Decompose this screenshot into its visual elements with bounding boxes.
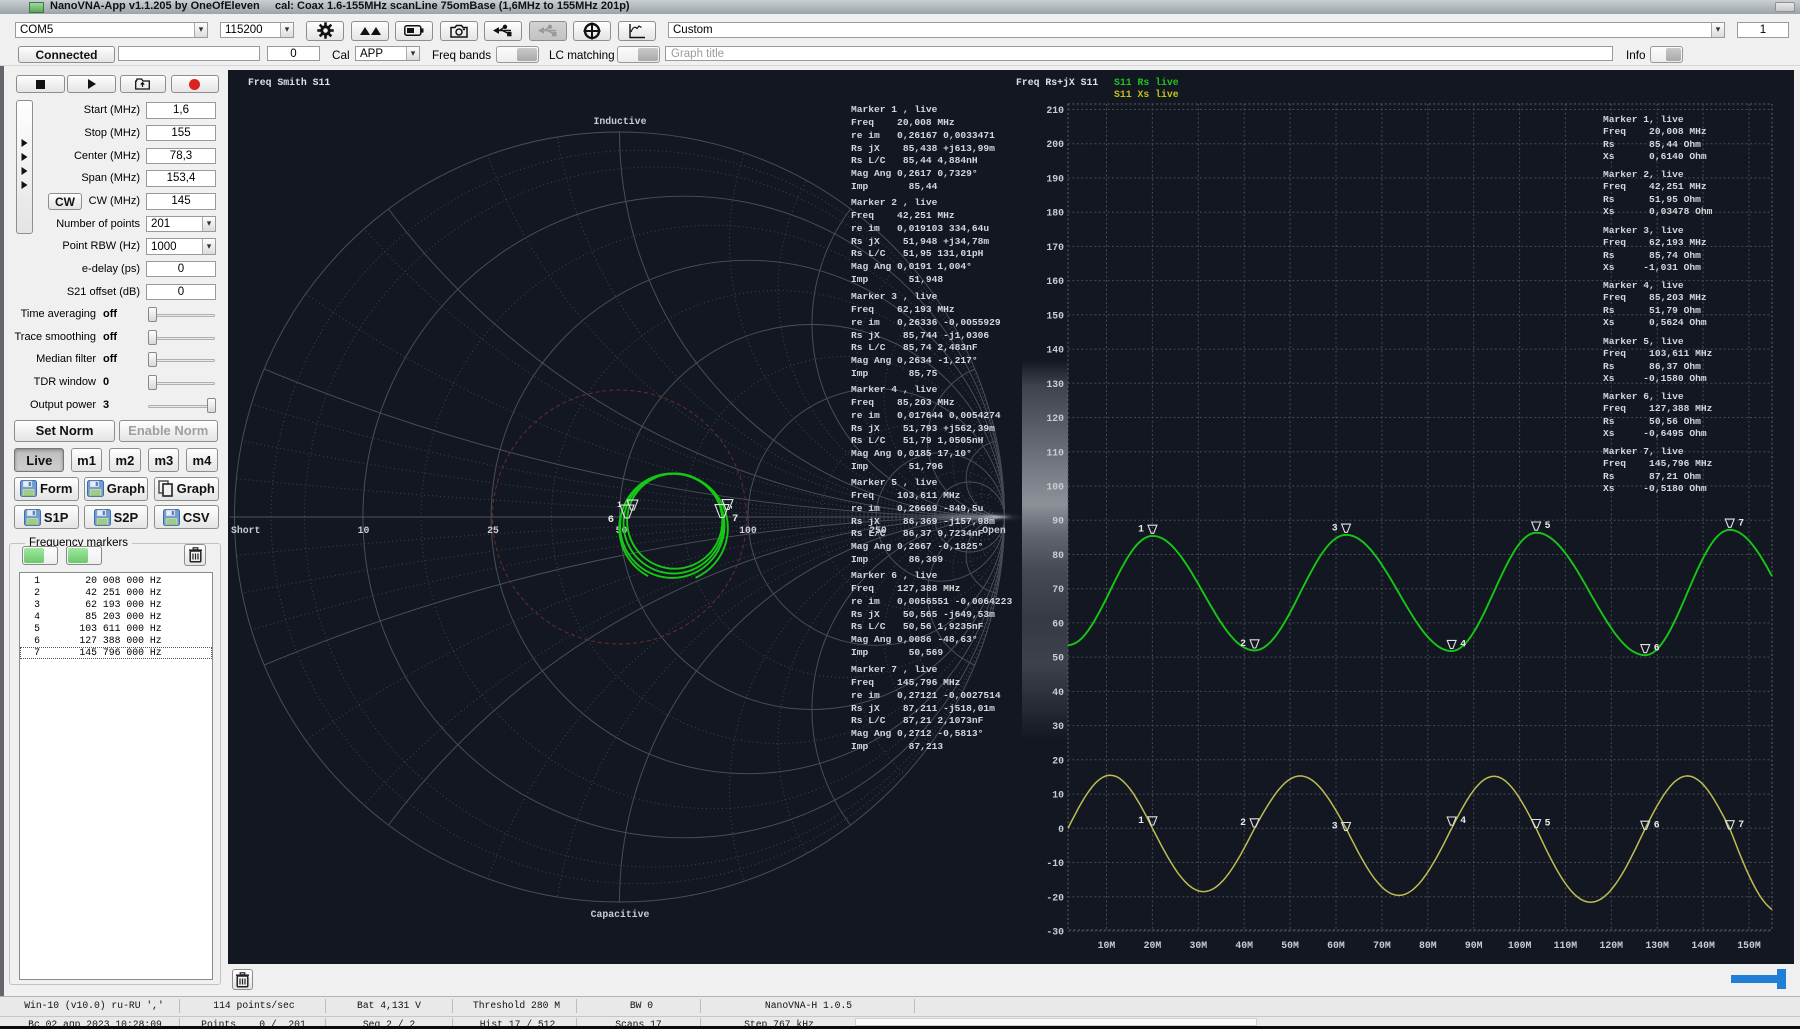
svg-text:130M: 130M bbox=[1645, 940, 1669, 951]
svg-text:110: 110 bbox=[1046, 447, 1064, 458]
svg-text:30M: 30M bbox=[1189, 940, 1207, 951]
svg-text:0: 0 bbox=[1058, 824, 1064, 835]
svg-text:-30: -30 bbox=[1046, 927, 1064, 938]
svg-text:': ' bbox=[729, 506, 734, 515]
svg-text:110M: 110M bbox=[1554, 940, 1578, 951]
svg-text:Inductive: Inductive bbox=[594, 116, 647, 127]
svg-text:Freq Smith S11: Freq Smith S11 bbox=[248, 77, 330, 88]
svg-text:90M: 90M bbox=[1465, 940, 1483, 951]
svg-text:40: 40 bbox=[1052, 687, 1064, 698]
svg-text:7: 7 bbox=[1738, 819, 1744, 830]
svg-text:4: 4 bbox=[1460, 639, 1466, 650]
svg-text:90: 90 bbox=[1052, 516, 1064, 527]
svg-text:10: 10 bbox=[358, 525, 370, 536]
svg-text:160: 160 bbox=[1046, 276, 1064, 287]
svg-text:6: 6 bbox=[608, 514, 614, 526]
svg-text:70: 70 bbox=[1052, 584, 1064, 595]
svg-text:5: 5 bbox=[1545, 520, 1551, 531]
svg-text:1: 1 bbox=[1138, 815, 1144, 826]
svg-text:60: 60 bbox=[1052, 618, 1064, 629]
svg-text:20: 20 bbox=[1052, 755, 1064, 766]
svg-text:40M: 40M bbox=[1235, 940, 1253, 951]
svg-text:50M: 50M bbox=[1281, 940, 1299, 951]
svg-text:80: 80 bbox=[1052, 550, 1064, 561]
svg-text:1: 1 bbox=[1138, 523, 1144, 534]
svg-text:Short: Short bbox=[231, 525, 260, 536]
svg-text:180: 180 bbox=[1046, 208, 1064, 219]
svg-text:6: 6 bbox=[1654, 643, 1660, 654]
svg-text:7: 7 bbox=[1738, 517, 1744, 528]
svg-text:20M: 20M bbox=[1144, 940, 1162, 951]
svg-text:150: 150 bbox=[1046, 310, 1064, 321]
svg-text:120: 120 bbox=[1046, 413, 1064, 424]
svg-text:170: 170 bbox=[1046, 242, 1064, 253]
svg-text:50: 50 bbox=[1052, 653, 1064, 664]
svg-text:4: 4 bbox=[1460, 815, 1466, 826]
svg-text:-10: -10 bbox=[1046, 858, 1064, 869]
svg-text:6: 6 bbox=[1654, 819, 1660, 830]
svg-text:25: 25 bbox=[487, 525, 499, 536]
svg-text:60M: 60M bbox=[1327, 940, 1345, 951]
svg-text:2: 2 bbox=[1240, 817, 1246, 828]
svg-text:200: 200 bbox=[1046, 139, 1064, 150]
svg-text:100M: 100M bbox=[1508, 940, 1532, 951]
svg-text:80M: 80M bbox=[1419, 940, 1437, 951]
svg-text:Capacitive: Capacitive bbox=[591, 909, 650, 920]
svg-text:140M: 140M bbox=[1691, 940, 1715, 951]
svg-text:3: 3 bbox=[1332, 821, 1338, 832]
svg-text:210: 210 bbox=[1046, 105, 1064, 116]
svg-text:1: 1 bbox=[617, 501, 622, 510]
svg-text:120M: 120M bbox=[1600, 940, 1624, 951]
svg-text:2: 2 bbox=[1240, 638, 1246, 649]
svg-text:150M: 150M bbox=[1737, 940, 1761, 951]
svg-text:130: 130 bbox=[1046, 379, 1064, 390]
svg-text:Freq Rs+jX S11: Freq Rs+jX S11 bbox=[1016, 77, 1098, 88]
svg-text:140: 140 bbox=[1046, 345, 1064, 356]
svg-text:-20: -20 bbox=[1046, 892, 1064, 903]
svg-text:100: 100 bbox=[739, 525, 757, 536]
svg-text:30: 30 bbox=[1052, 721, 1064, 732]
svg-text:70M: 70M bbox=[1373, 940, 1391, 951]
svg-text:3: 3 bbox=[1332, 522, 1338, 533]
svg-text:10M: 10M bbox=[1098, 940, 1116, 951]
svg-text:S11 Rs live: S11 Rs live bbox=[1114, 77, 1179, 88]
svg-text:10: 10 bbox=[1052, 790, 1064, 801]
svg-text:S11 Xs live: S11 Xs live bbox=[1114, 89, 1179, 100]
svg-text:100: 100 bbox=[1046, 482, 1064, 493]
svg-text:190: 190 bbox=[1046, 173, 1064, 184]
svg-text:5: 5 bbox=[1545, 818, 1551, 829]
